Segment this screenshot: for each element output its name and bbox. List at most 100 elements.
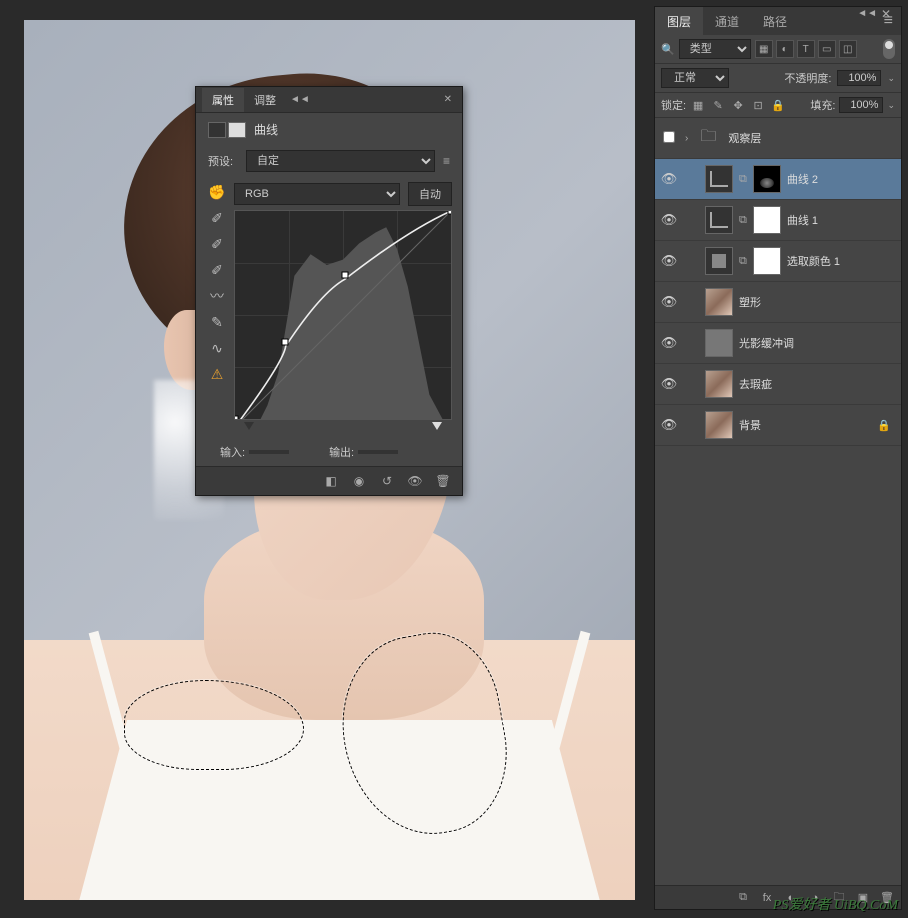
layer-mask-thumb[interactable]	[753, 206, 781, 234]
tab-channels[interactable]: 通道	[703, 7, 751, 36]
layer-mask-thumb[interactable]	[753, 165, 781, 193]
visibility-toggle[interactable]: 👁	[659, 335, 679, 351]
lock-pixels-icon[interactable]: ▦	[690, 98, 706, 112]
layer-name[interactable]: 选取颜色 1	[787, 253, 840, 269]
input-value[interactable]	[249, 450, 289, 454]
layer-curves-1[interactable]: 👁 ⧉ 曲线 1	[655, 200, 901, 241]
eyedropper-white-icon[interactable]: ✐	[206, 260, 228, 280]
output-label: 输出:	[329, 444, 354, 460]
curves-adj-thumb[interactable]	[705, 165, 733, 193]
mask-link-icon[interactable]: ⧉	[739, 173, 747, 186]
tab-layers[interactable]: 图层	[655, 7, 703, 36]
opacity-arrow-icon[interactable]: ⌄	[887, 73, 895, 84]
fill-arrow-icon[interactable]: ⌄	[887, 100, 895, 111]
panel-close-icon[interactable]: ✕	[875, 5, 897, 23]
filter-smart-icon[interactable]: ◫	[839, 40, 857, 58]
layer-liquify[interactable]: 👁 塑形	[655, 282, 901, 323]
filter-shape-icon[interactable]: ▭	[818, 40, 836, 58]
layer-curves-2[interactable]: 👁 ⧉ 曲线 2	[655, 159, 901, 200]
tab-adjustments[interactable]: 调整	[244, 88, 286, 112]
lock-artboard-icon[interactable]: ⊡	[750, 98, 766, 112]
layer-selective-color-1[interactable]: 👁 ⧉ 选取颜色 1	[655, 241, 901, 282]
mask-link-icon[interactable]: ⧉	[739, 255, 747, 268]
visibility-toggle[interactable]: 👁	[659, 253, 679, 269]
target-adjust-icon[interactable]: ✊	[206, 182, 228, 202]
fill-value[interactable]: 100%	[839, 97, 883, 113]
link-layers-icon[interactable]: ⧉	[735, 891, 751, 905]
reset-icon[interactable]: ↺	[378, 473, 396, 489]
filter-type-icon[interactable]: T	[797, 40, 815, 58]
layer-retouch[interactable]: 👁 去瑕疵	[655, 364, 901, 405]
layer-name[interactable]: 曲线 2	[787, 171, 818, 187]
draw-curve-icon[interactable]: ✎	[206, 312, 228, 332]
curve-point-shadow[interactable]	[234, 416, 239, 421]
layer-tone-buffer[interactable]: 👁 光影缓冲调	[655, 323, 901, 364]
curve-point-2[interactable]	[342, 272, 349, 279]
opacity-label: 不透明度:	[784, 70, 831, 86]
layer-name[interactable]: 塑形	[739, 294, 761, 310]
layer-name[interactable]: 背景	[739, 417, 761, 433]
view-previous-icon[interactable]: ◉	[350, 473, 368, 489]
lock-brush-icon[interactable]: ✎	[710, 98, 726, 112]
output-value[interactable]	[358, 450, 398, 454]
white-point-slider[interactable]	[432, 422, 442, 430]
layer-thumb[interactable]	[705, 370, 733, 398]
layer-name[interactable]: 去瑕疵	[739, 376, 772, 392]
properties-title: 曲线	[254, 121, 278, 138]
layer-name[interactable]: 光影缓冲调	[739, 335, 794, 351]
panel-collapse-icon[interactable]: ◄◄	[286, 92, 314, 107]
filter-toggle[interactable]	[883, 39, 895, 59]
curve-point-highlight[interactable]	[448, 210, 453, 215]
properties-panel[interactable]: 属性 调整 ◄◄ ✕ 曲线 预设: 自定 ≡ ✊ ✐ ✐ ✐ 〰 ✎ ∿ ⚠	[195, 86, 463, 496]
tab-properties[interactable]: 属性	[202, 88, 244, 112]
filter-adjust-icon[interactable]: ◐	[776, 40, 794, 58]
lock-all-icon[interactable]: 🔒	[770, 98, 786, 112]
auto-button[interactable]: 自动	[408, 182, 452, 206]
histogram-warn-icon[interactable]: ⚠	[206, 364, 228, 384]
eyedropper-gray-icon[interactable]: ✐	[206, 234, 228, 254]
visibility-toggle[interactable]: 👁	[659, 376, 679, 392]
panel-close-icon[interactable]: ✕	[440, 92, 456, 107]
smooth-icon[interactable]: ∿	[206, 338, 228, 358]
layer-mask-thumb[interactable]	[753, 247, 781, 275]
filter-type-select[interactable]: 类型	[679, 39, 751, 59]
visibility-toggle[interactable]: 👁	[659, 417, 679, 433]
opacity-value[interactable]: 100%	[837, 70, 881, 86]
visibility-toggle[interactable]: 👁	[659, 294, 679, 310]
mask-link-icon[interactable]: ⧉	[739, 214, 747, 227]
channel-select[interactable]: RGB	[234, 183, 400, 205]
lock-position-icon[interactable]: ✥	[730, 98, 746, 112]
visibility-toggle[interactable]	[659, 131, 679, 146]
curve-point-1[interactable]	[281, 339, 288, 346]
toggle-visibility-icon[interactable]: 👁	[406, 473, 424, 489]
black-point-slider[interactable]	[244, 422, 254, 430]
layer-name[interactable]: 观察层	[728, 130, 761, 146]
curves-adjustment-icon	[208, 122, 226, 138]
blend-mode-select[interactable]: 正常	[661, 68, 729, 88]
curves-graph[interactable]	[234, 210, 452, 420]
filter-pixel-icon[interactable]: ▦	[755, 40, 773, 58]
tab-paths[interactable]: 路径	[751, 7, 799, 36]
eyedropper-black-icon[interactable]: ✐	[206, 208, 228, 228]
expand-arrow-icon[interactable]: ›	[685, 133, 688, 144]
selcolor-adj-thumb[interactable]	[705, 247, 733, 275]
clip-to-layer-icon[interactable]: ◧	[322, 473, 340, 489]
preset-select[interactable]: 自定	[246, 150, 435, 172]
properties-panel-header[interactable]: 属性 调整 ◄◄ ✕	[196, 87, 462, 113]
curves-tool-column: ✊ ✐ ✐ ✐ 〰 ✎ ∿ ⚠	[206, 182, 228, 432]
curves-adj-thumb[interactable]	[705, 206, 733, 234]
layer-group-observe[interactable]: › 🗀 观察层	[655, 118, 901, 159]
visibility-toggle[interactable]: 👁	[659, 212, 679, 228]
trash-icon[interactable]: 🗑	[434, 473, 452, 489]
layer-thumb[interactable]	[705, 329, 733, 357]
layer-thumb[interactable]	[705, 411, 733, 439]
input-label: 输入:	[220, 444, 245, 460]
layer-background[interactable]: 👁 背景 🔒	[655, 405, 901, 446]
layer-list[interactable]: › 🗀 观察层 👁 ⧉ 曲线 2 👁 ⧉ 曲线 1 👁 ⧉ 选取颜色 1	[655, 118, 901, 446]
edit-points-icon[interactable]: 〰	[206, 286, 228, 306]
layer-name[interactable]: 曲线 1	[787, 212, 818, 228]
layers-panel[interactable]: ◄◄ ✕ 图层 通道 路径 ≡ 🔍 类型 ▦ ◐ T ▭ ◫ 正常 不透明度: …	[654, 6, 902, 910]
layer-thumb[interactable]	[705, 288, 733, 316]
preset-menu-icon[interactable]: ≡	[443, 154, 450, 168]
visibility-toggle[interactable]: 👁	[659, 171, 679, 187]
